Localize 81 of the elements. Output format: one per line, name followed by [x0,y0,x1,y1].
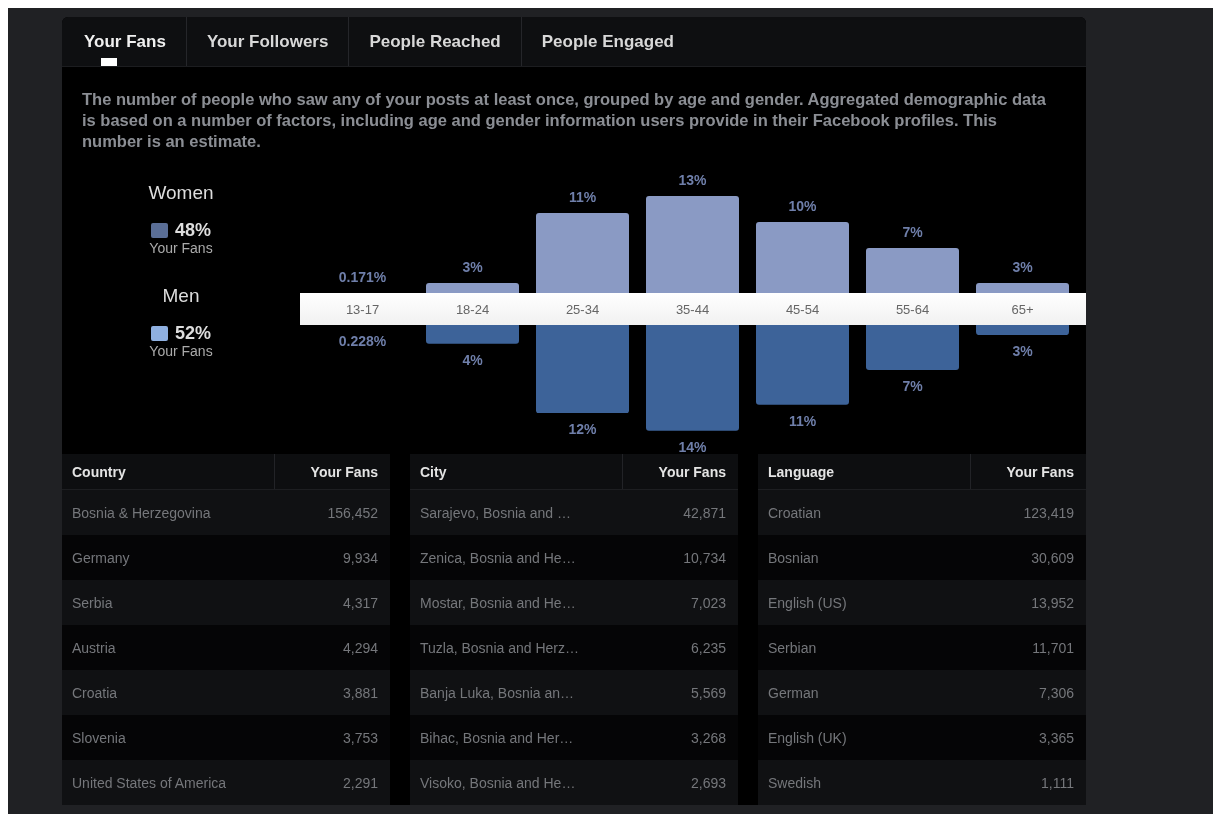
age-label: 45-54 [784,301,821,317]
column-header[interactable]: Language [758,454,971,489]
column-header[interactable]: Your Fans [971,454,1086,489]
value-label: 0.228% [338,333,387,349]
table-cell: 10,734 [683,549,726,566]
value-label: 3% [1012,258,1033,275]
tab[interactable]: People Reached [348,17,521,66]
table-cell: 3,753 [342,729,378,746]
table-cell: 156,452 [327,504,378,521]
legend-percent: 48% [175,220,211,241]
table-cell: 4,294 [342,639,378,656]
value-label: 13% [678,171,707,188]
value-label: 3% [1012,343,1033,360]
value-label: 7% [902,377,923,394]
description-text: The number of people who saw any of your posts at least once, grouped by age and gender. Aggregated demographic data is based on a number of factors, including age and gender information users provide in their Facebook profiles. This number is an estimate. [81,89,1047,152]
value-label: 4% [462,351,483,368]
column-header[interactable]: Country [62,454,275,489]
selected-indicator [100,58,117,66]
value-label: 0.171% [338,269,387,285]
table-cell: Swedish [768,774,821,791]
column-header[interactable]: City [410,454,623,489]
value-label: 12% [568,421,597,438]
value-label: 3% [462,258,483,275]
table-cell: 3,365 [1038,729,1074,746]
table-cell: Serbian [768,639,817,656]
table-cell: 7,023 [690,594,726,611]
table-cell: English (US) [768,594,847,611]
value-label: 11% [568,189,597,206]
legend-caption: Your Fans [149,241,213,255]
column-header[interactable]: Your Fans [623,454,738,489]
table-cell: Slovenia [72,729,126,746]
table-cell: Austria [72,639,116,656]
age-label: 18-24 [454,301,491,317]
age-label: 35-44 [674,301,711,317]
table-cell: Zenica, Bosnia and He… [420,549,576,566]
table-cell: 123,419 [1023,504,1074,521]
table-cell: English (UK) [768,729,847,746]
table-cell: Croatian [768,504,821,521]
column-header[interactable]: Your Fans [275,454,390,489]
table-cell: Germany [72,549,130,566]
table-cell: Serbia [72,594,113,611]
table-cell: Sarajevo, Bosnia and … [420,504,571,521]
table-cell: 9,934 [342,549,378,566]
table-cell: 13,952 [1031,594,1074,611]
legend-percent: 52% [175,323,211,344]
table-cell: Visoko, Bosnia and He… [420,774,576,791]
table-cell: 1,111 [1041,774,1074,791]
table-cell: 30,609 [1031,549,1074,566]
table-cell: United States of America [72,774,227,791]
value-label: 7% [902,224,923,241]
age-label: 55-64 [894,301,931,317]
age-label: 13-17 [344,301,381,317]
table-cell: 5,569 [690,684,726,701]
table-cell: 2,693 [690,774,726,791]
tab[interactable]: People Engaged [520,17,694,66]
table-cell: Bosnia & Herzegovina [72,504,211,521]
table-cell: German [768,684,819,701]
table-cell: Mostar, Bosnia and He… [420,594,576,611]
legend-caption: Your Fans [149,344,213,358]
table-cell: 4,317 [342,594,378,611]
table-cell: 3,268 [690,729,726,746]
table-cell: 3,881 [342,684,378,701]
table-cell: 7,306 [1038,684,1074,701]
age-label: 25-34 [564,301,601,317]
table-cell: Banja Luka, Bosnia an… [420,684,575,701]
age-label: 65+ [1010,301,1035,317]
tab[interactable]: Your Fans [64,17,186,66]
value-label: 11% [788,412,817,429]
table-cell: Bihac, Bosnia and Her… [420,729,574,746]
table-cell: 6,235 [690,639,726,656]
value-label: 14% [678,438,707,455]
table-cell: Croatia [72,684,118,701]
table-cell: 42,871 [683,504,726,521]
table-cell: 11,701 [1032,639,1074,656]
legend-title: Men [162,285,200,307]
table-cell: Tuzla, Bosnia and Herz… [420,639,579,656]
legend-title: Women [148,182,214,204]
table-cell: Bosnian [768,549,819,566]
tab[interactable]: Your Followers [185,17,349,66]
table-cell: 2,291 [342,774,378,791]
value-label: 10% [788,198,817,214]
